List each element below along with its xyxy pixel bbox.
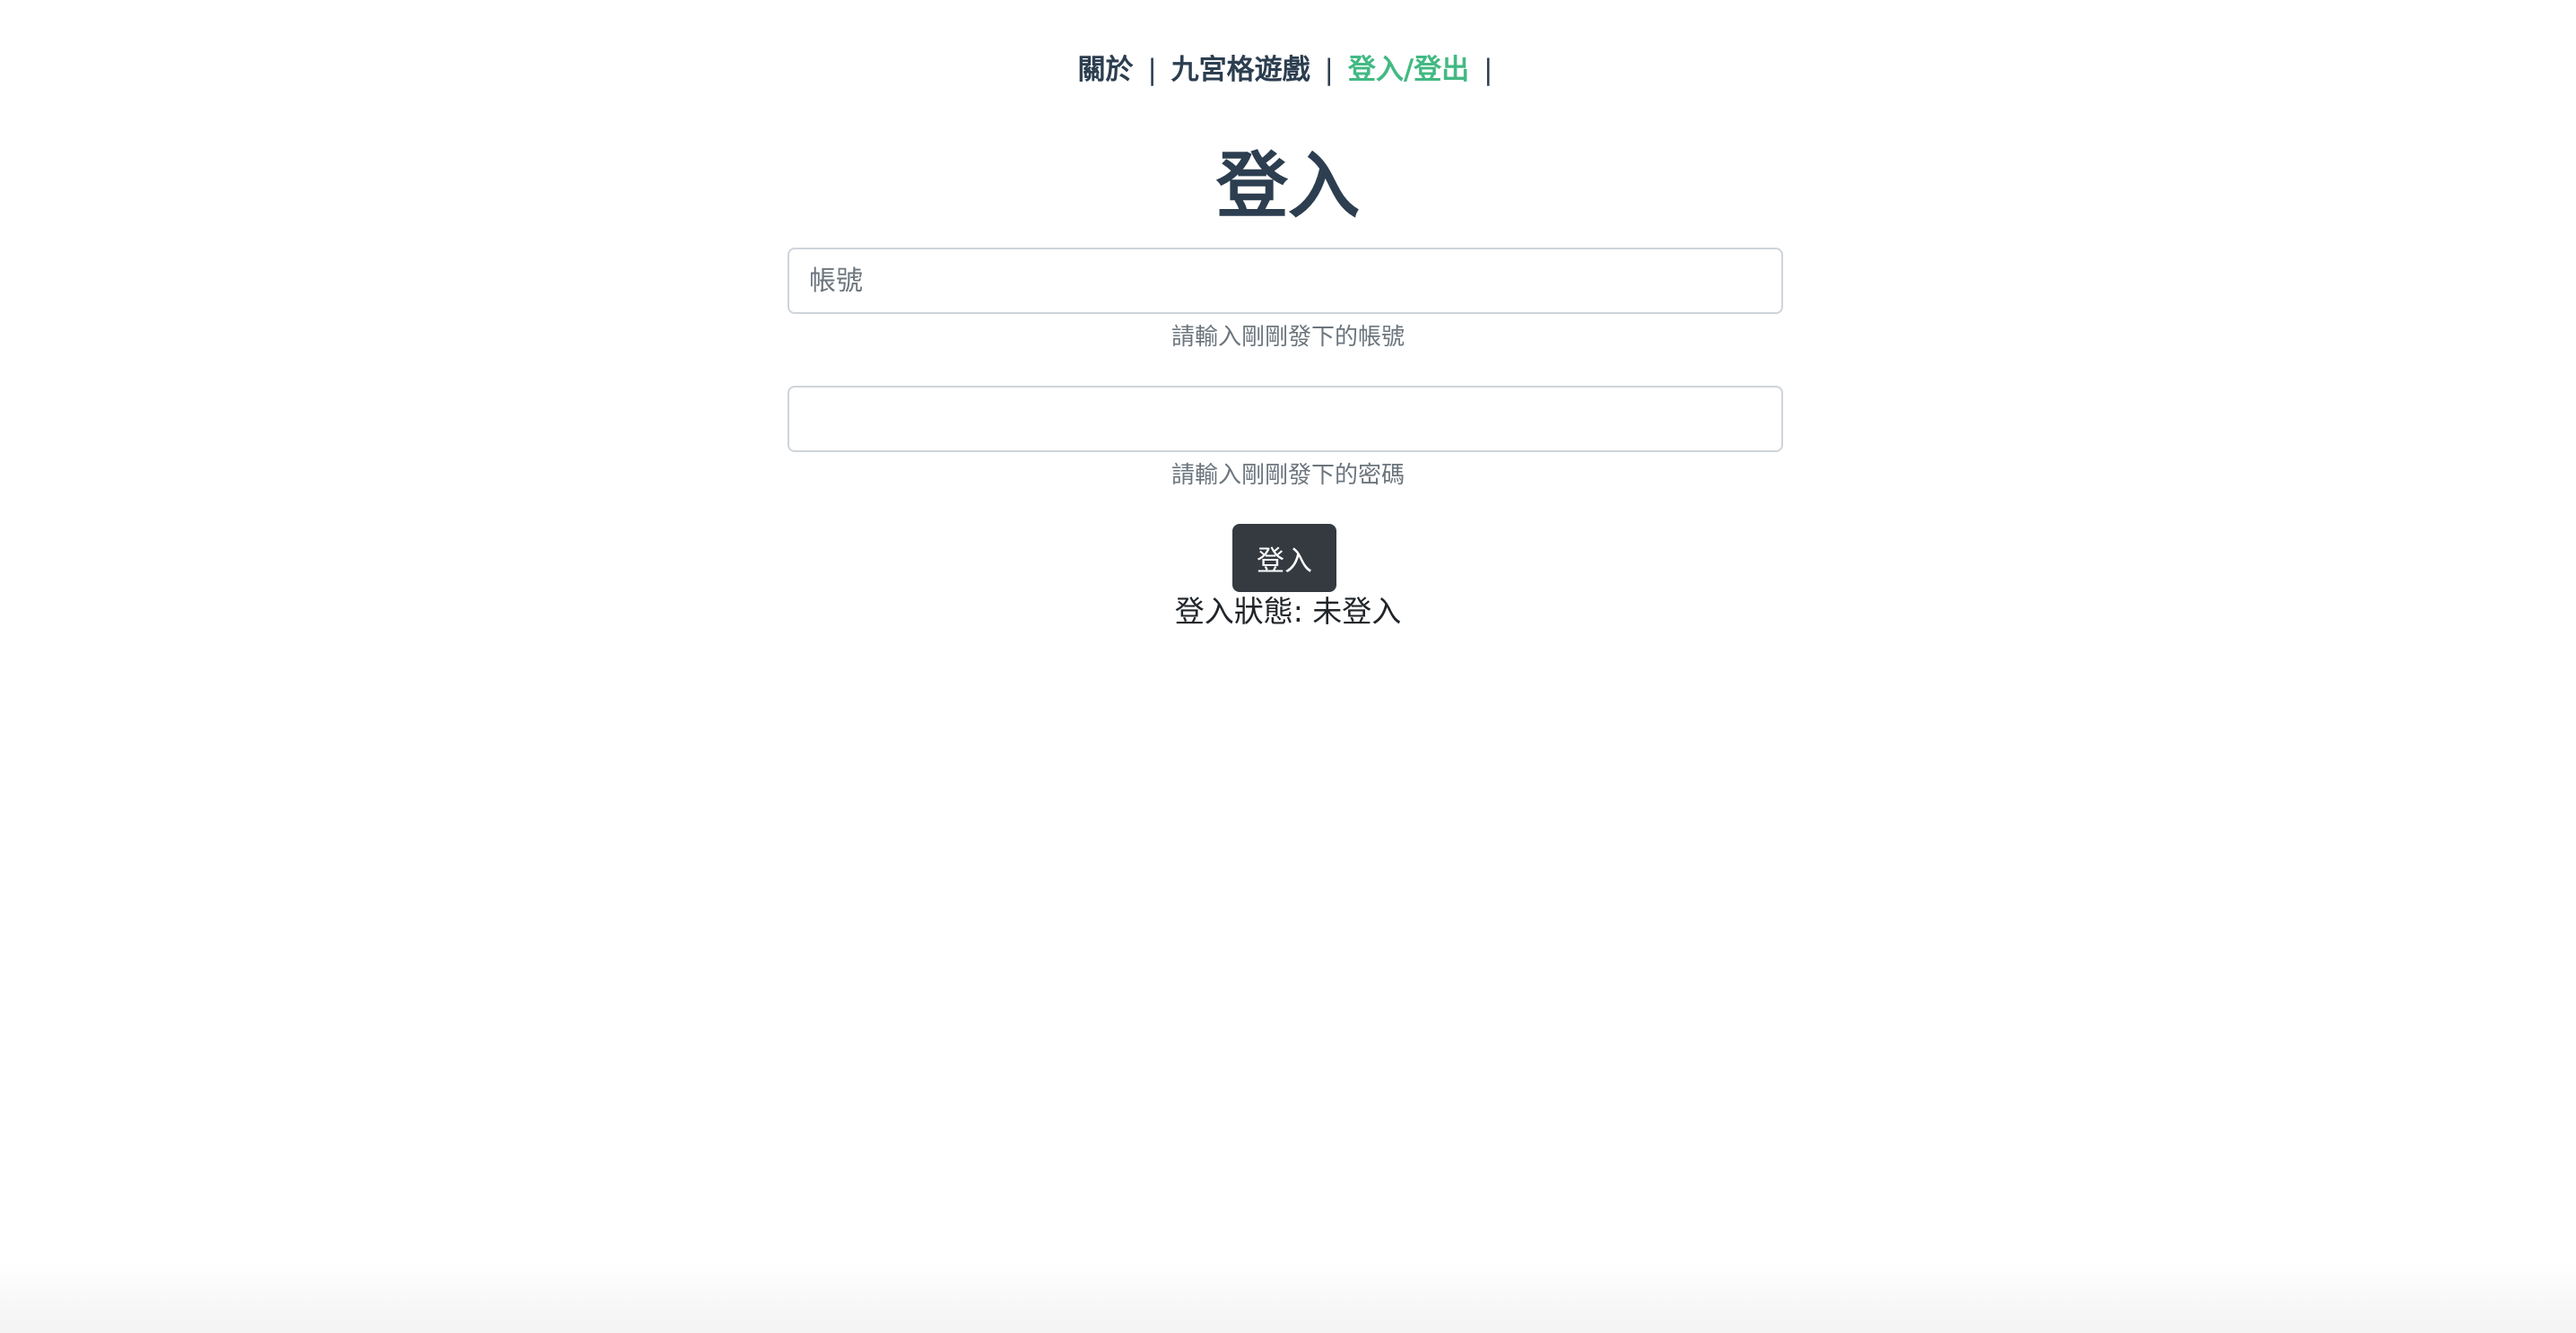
login-status-value: 未登入 <box>1312 594 1402 629</box>
username-help-text: 請輸入剛剛發下的帳號 <box>1171 324 1405 351</box>
page-title: 登入 <box>1216 144 1360 228</box>
nav-separator: | <box>1484 54 1493 86</box>
nav-separator: | <box>1324 54 1334 86</box>
nav-link-about[interactable]: 關於 <box>1078 54 1134 86</box>
nav-link-tic-tac-toe[interactable]: 九宮格遊戲 <box>1171 54 1310 86</box>
bottom-shadow <box>0 1261 2576 1333</box>
login-status: 登入狀態: 未登入 <box>0 590 2576 633</box>
top-nav: 關於 | 九宮格遊戲 | 登入/登出 | <box>0 47 2576 93</box>
nav-link-login-logout[interactable]: 登入/登出 <box>1348 54 1469 86</box>
username-input[interactable] <box>788 248 1783 314</box>
password-input[interactable] <box>788 386 1783 452</box>
login-button[interactable]: 登入 <box>1232 524 1336 592</box>
login-status-label: 登入狀態: <box>1174 594 1313 629</box>
app-root: 關於 | 九宮格遊戲 | 登入/登出 | 登入 請輸入剛剛發下的帳號 請輸入剛剛… <box>0 0 2576 1333</box>
nav-separator: | <box>1147 54 1157 86</box>
password-help-text: 請輸入剛剛發下的密碼 <box>1171 462 1405 489</box>
